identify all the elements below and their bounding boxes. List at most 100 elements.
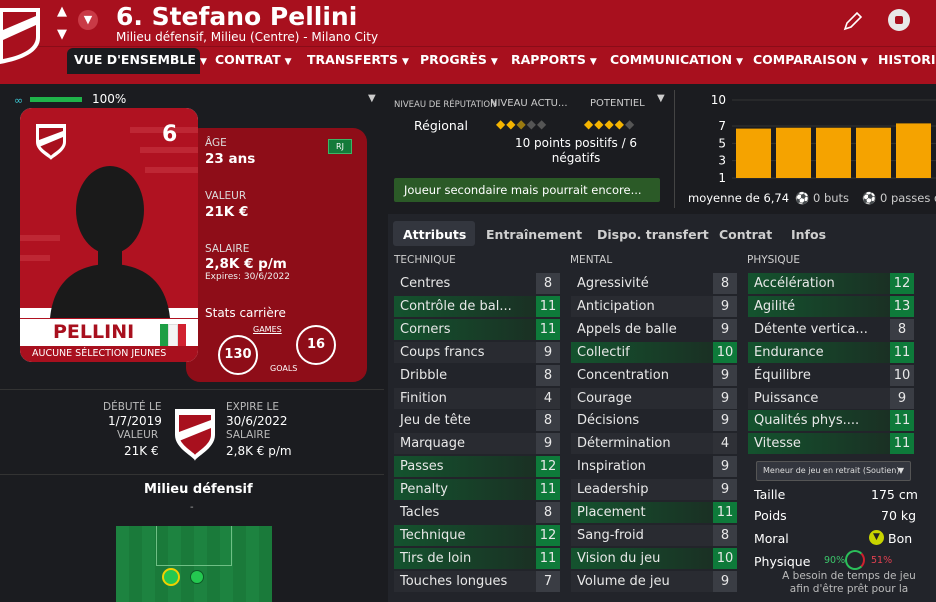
technique-attribute-name: Penalty [400,482,448,498]
physique-ring [845,550,865,570]
technique-attribute-row[interactable]: Tacles 8 [394,502,560,523]
technique-attribute-name: Marquage [400,436,466,452]
rep-collapse-icon[interactable]: ▼ [657,93,665,104]
mental-attribute-name: Leadership [577,482,649,498]
mental-attribute-row[interactable]: Collectif 10 [571,341,737,363]
mental-attribute-name: Appels de balle [577,321,677,337]
mental-attribute-row[interactable]: Vision du jeu 10 [571,547,737,569]
tab-attributes[interactable]: Attributs [403,227,466,242]
physique-attribute-value: 11 [890,410,914,432]
condition-value: 100% [92,92,127,106]
nav-overview[interactable]: VUE D'ENSEMBLE ▼ [74,52,207,67]
condition-icon: ∞ [14,94,24,107]
mental-attribute-row[interactable]: Détermination 4 [571,433,737,455]
mental-attribute-row[interactable]: Agressivité 8 [571,273,737,294]
mental-attribute-name: Anticipation [577,298,655,314]
card-collapse-icon[interactable]: ▼ [368,93,376,104]
technique-attribute-name: Technique [400,527,466,543]
tab-info[interactable]: Infos [791,227,826,242]
technique-attribute-value: 7 [536,570,560,592]
mental-heading: MENTAL [570,254,613,266]
club-logo [0,8,40,64]
physique-attribute-row[interactable]: Endurance 11 [748,341,914,363]
technique-attribute-row[interactable]: Contrôle de bal... 11 [394,295,560,317]
technique-attribute-name: Tirs de loin [400,550,472,566]
technique-attribute-row[interactable]: Centres 8 [394,273,560,294]
tab-contract[interactable]: Contrat [719,227,772,242]
average-rating: moyenne de 6,74 [688,191,790,205]
nav-transfers[interactable]: TRANSFERTS ▼ [307,52,409,67]
technique-attribute-row[interactable]: Technique 12 [394,524,560,546]
mental-attribute-row[interactable]: Concentration 9 [571,364,737,386]
technique-attribute-value: 8 [536,502,560,523]
weight-value: 70 kg [881,508,917,523]
mental-attribute-row[interactable]: Anticipation 9 [571,295,737,317]
physique-attribute-row[interactable]: Accélération 12 [748,273,914,294]
squad-role-bar[interactable]: Joueur secondaire mais pourrait encore..… [394,178,660,202]
ball-icon[interactable] [888,9,910,31]
nav-history[interactable]: HISTORIQ [878,52,936,67]
y-tick-label: 5 [718,136,726,150]
technique-attribute-row[interactable]: Penalty 11 [394,479,560,501]
nav-communication[interactable]: COMMUNICATION ▼ [610,52,743,67]
physique-attribute-name: Agilité [754,298,796,314]
physique-attribute-row[interactable]: Puissance 9 [748,387,914,409]
technique-attribute-name: Coups francs [400,344,485,360]
technique-attribute-name: Finition [400,390,447,406]
physique-attribute-row[interactable]: Qualités phys.... 11 [748,410,914,432]
technique-attribute-row[interactable]: Finition 4 [394,387,560,409]
next-player-icon[interactable]: ▼ [57,27,67,42]
technique-attribute-row[interactable]: Corners 11 [394,318,560,340]
mental-attribute-value: 8 [713,524,737,546]
mental-attribute-value: 9 [713,410,737,432]
y-tick-label: 10 [711,93,726,107]
technique-attribute-row[interactable]: Jeu de tête 8 [394,410,560,432]
technique-attribute-row[interactable]: Touches longues 7 [394,570,560,592]
technique-heading: TECHNIQUE [394,254,456,266]
tab-transfer-status[interactable]: Dispo. transfert [597,227,709,242]
contract-value-label: VALEUR [117,429,159,441]
technique-attribute-row[interactable]: Dribble 8 [394,364,560,386]
technique-attribute-row[interactable]: Marquage 9 [394,433,560,455]
technique-attribute-value: 8 [536,410,560,432]
mental-attribute-name: Inspiration [577,459,646,475]
position-dot-secondary [190,570,204,584]
mental-attribute-value: 11 [713,502,737,523]
mental-attribute-row[interactable]: Décisions 9 [571,410,737,432]
goals-label: GOALS [270,364,298,373]
goals-stat: ⚽ 0 buts [795,191,850,205]
nav-progress[interactable]: PROGRÈS ▼ [420,52,498,67]
mental-attribute-row[interactable]: Leadership 9 [571,479,737,501]
mental-attribute-row[interactable]: Courage 9 [571,387,737,409]
player-menu-chevron-icon[interactable]: ▼ [78,10,98,30]
nav-reports[interactable]: RAPPORTS ▼ [511,52,597,67]
physique-attribute-row[interactable]: Agilité 13 [748,295,914,317]
tab-training[interactable]: Entraînement [486,227,582,242]
nav-contract[interactable]: CONTRAT ▼ [215,52,292,67]
mental-attribute-row[interactable]: Sang-froid 8 [571,524,737,546]
technique-attribute-row[interactable]: Coups francs 9 [394,341,560,363]
physique-attribute-row[interactable]: Vitesse 11 [748,433,914,455]
physique-attribute-row[interactable]: Équilibre 10 [748,364,914,386]
technique-attribute-name: Centres [400,276,451,291]
prev-player-icon[interactable]: ▲ [57,4,67,19]
technique-attribute-value: 8 [536,273,560,294]
mental-attribute-row[interactable]: Appels de balle 9 [571,318,737,340]
value-label: VALEUR [205,190,247,202]
edit-pencil-icon[interactable] [842,10,862,32]
nav-comparison[interactable]: COMPARAISON ▼ [753,52,868,67]
technique-attribute-row[interactable]: Tirs de loin 11 [394,547,560,569]
rating-bar [776,127,811,178]
technique-attribute-row[interactable]: Passes 12 [394,456,560,478]
role-select[interactable]: Meneur de jeu en retrait (Soutien) ▼ [756,461,911,481]
mental-attribute-row[interactable]: Inspiration 9 [571,456,737,478]
assist-icon: ⚽ [862,191,877,205]
mental-attribute-row[interactable]: Placement 11 [571,502,737,523]
career-stats-label: Stats carrière [205,306,286,320]
height-label: Taille [754,487,786,502]
y-tick-label: 7 [718,119,726,133]
mental-attribute-row[interactable]: Volume de jeu 9 [571,570,737,592]
technique-attribute-value: 12 [536,456,560,478]
physique-attribute-row[interactable]: Détente vertica... 8 [748,318,914,340]
physique-attribute-name: Accélération [754,276,835,291]
